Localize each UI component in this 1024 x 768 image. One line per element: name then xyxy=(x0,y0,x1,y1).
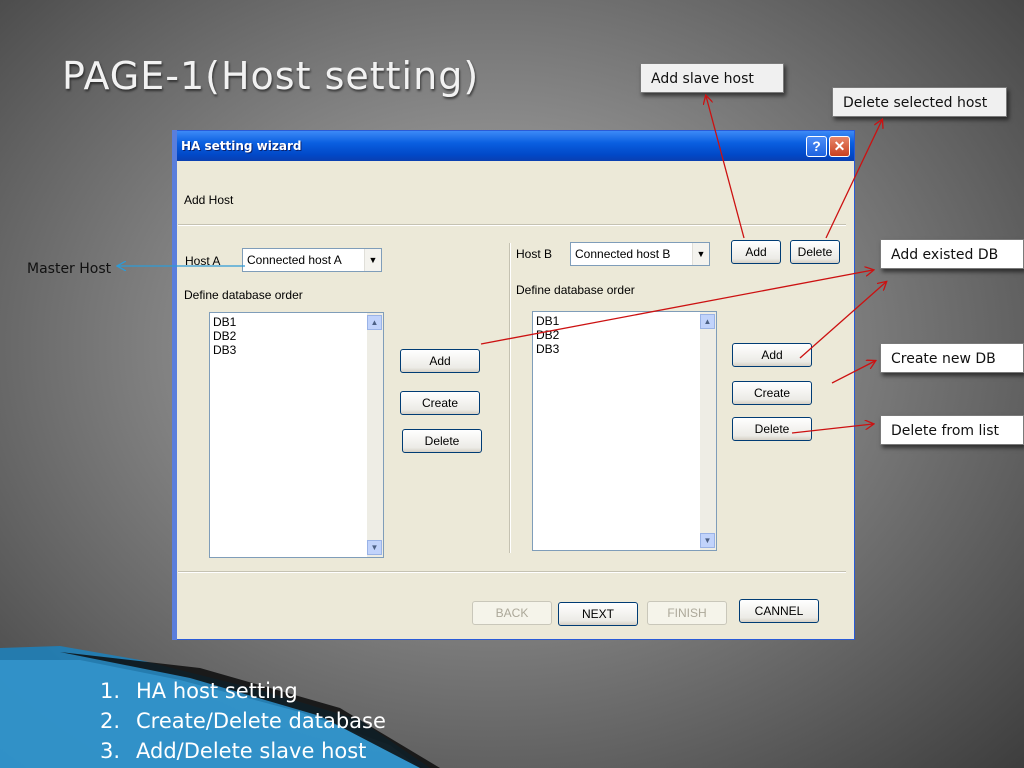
scroll-down-icon[interactable]: ▼ xyxy=(367,540,382,555)
section-title-add-host: Add Host xyxy=(184,193,234,207)
scroll-up-icon[interactable]: ▲ xyxy=(367,315,382,330)
host-b-select-value: Connected host B xyxy=(575,247,671,261)
host-b-define-order-label: Define database order xyxy=(516,283,635,297)
list-item[interactable]: DB2 xyxy=(536,328,713,342)
close-button[interactable]: ✕ xyxy=(829,136,850,157)
finish-button[interactable]: FINISH xyxy=(647,601,727,625)
host-a-create-db-button[interactable]: Create xyxy=(400,391,480,415)
callout-create-new-db: Create new DB xyxy=(880,343,1024,373)
list-item[interactable]: DB1 xyxy=(536,314,713,328)
help-button[interactable]: ? xyxy=(806,136,827,157)
back-button[interactable]: BACK xyxy=(472,601,552,625)
chevron-down-icon[interactable]: ▼ xyxy=(364,249,381,271)
host-a-delete-db-button[interactable]: Delete xyxy=(402,429,482,453)
host-b-select[interactable]: Connected host B ▼ xyxy=(570,242,710,266)
host-a-select-value: Connected host A xyxy=(247,253,342,267)
list-item: 3. Add/Delete slave host xyxy=(100,739,367,763)
master-host-label: Master Host xyxy=(27,261,112,277)
host-b-add-db-button[interactable]: Add xyxy=(732,343,812,367)
slide-title: PAGE-1(Host setting) xyxy=(62,54,480,98)
next-button[interactable]: NEXT xyxy=(558,602,638,626)
list-item: 2. Create/Delete database xyxy=(100,709,386,733)
host-a-define-order-label: Define database order xyxy=(184,288,303,302)
scroll-down-icon[interactable]: ▼ xyxy=(700,533,715,548)
host-divider xyxy=(509,243,511,553)
scrollbar[interactable]: ▲ ▼ xyxy=(367,313,383,557)
ha-setting-wizard-dialog: HA setting wizard ? ✕ Add Host Host A Co… xyxy=(172,130,855,640)
scroll-up-icon[interactable]: ▲ xyxy=(700,314,715,329)
footer-divider xyxy=(178,571,846,573)
list-item[interactable]: DB3 xyxy=(536,342,713,356)
header-divider xyxy=(178,224,846,226)
host-a-label: Host A xyxy=(185,254,221,268)
list-item[interactable]: DB1 xyxy=(213,315,380,329)
callout-delete-from-list: Delete from list xyxy=(880,415,1024,445)
dialog-left-border xyxy=(172,130,177,640)
cancel-button[interactable]: CANNEL xyxy=(739,599,819,623)
delete-host-button[interactable]: Delete xyxy=(790,240,840,264)
host-b-database-list[interactable]: DB1 DB2 DB3 ▲ ▼ xyxy=(532,311,717,551)
callout-add-slave-host: Add slave host xyxy=(640,63,784,93)
add-slave-host-button[interactable]: Add xyxy=(731,240,781,264)
dialog-title: HA setting wizard xyxy=(181,139,302,153)
host-a-add-db-button[interactable]: Add xyxy=(400,349,480,373)
chevron-down-icon[interactable]: ▼ xyxy=(692,243,709,265)
list-item[interactable]: DB2 xyxy=(213,329,380,343)
dialog-titlebar[interactable]: HA setting wizard ? ✕ xyxy=(173,131,854,161)
callout-delete-selected-host: Delete selected host xyxy=(832,87,1007,117)
host-b-delete-db-button[interactable]: Delete xyxy=(732,417,812,441)
host-a-database-list[interactable]: DB1 DB2 DB3 ▲ ▼ xyxy=(209,312,384,558)
callout-add-existed-db: Add existed DB xyxy=(880,239,1024,269)
numbered-list: 1. HA host setting 2. Create/Delete databa… xyxy=(100,676,386,766)
scrollbar[interactable]: ▲ ▼ xyxy=(700,312,716,550)
host-a-select[interactable]: Connected host A ▼ xyxy=(242,248,382,272)
list-item[interactable]: DB3 xyxy=(213,343,380,357)
list-item: 1. HA host setting xyxy=(100,679,298,703)
host-b-label: Host B xyxy=(516,247,553,261)
host-b-create-db-button[interactable]: Create xyxy=(732,381,812,405)
